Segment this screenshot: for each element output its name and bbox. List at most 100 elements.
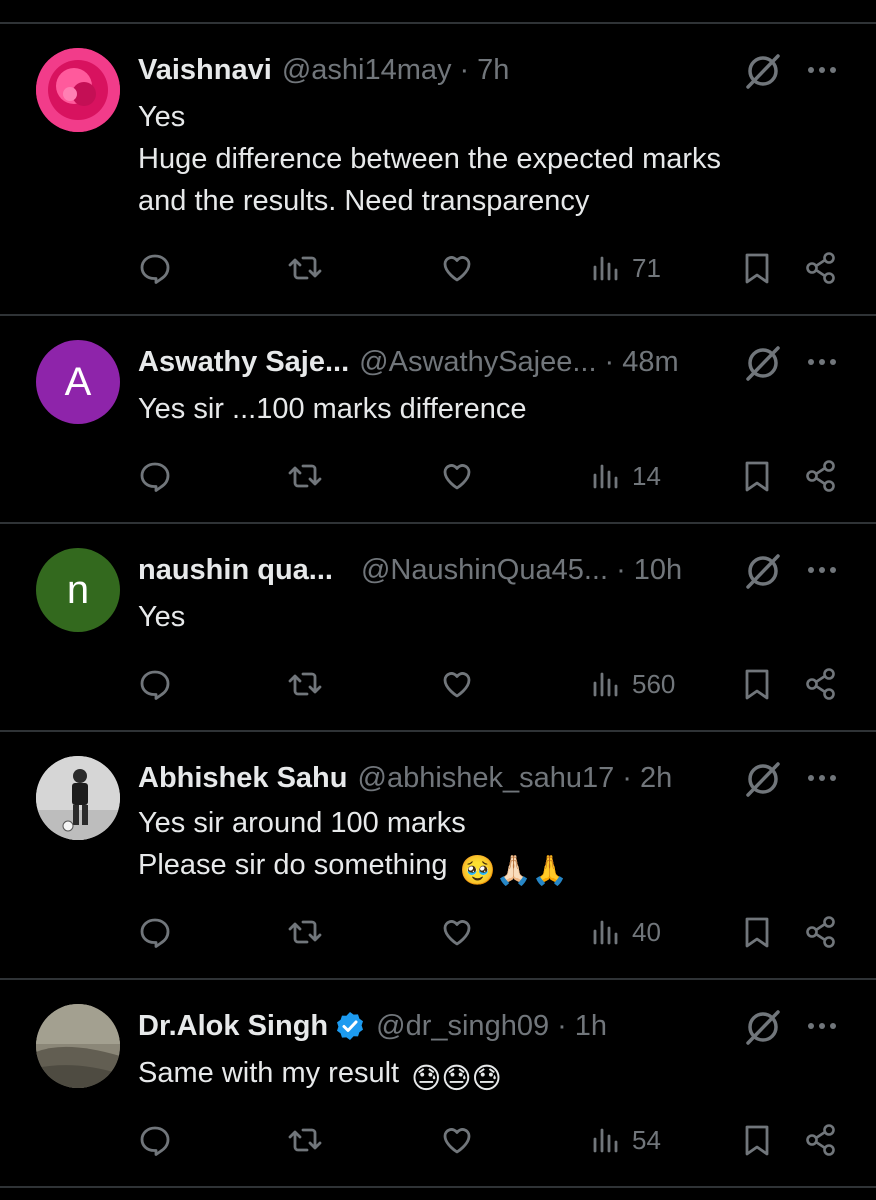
bookmark-button[interactable] xyxy=(738,662,776,706)
views-button[interactable]: 40 xyxy=(588,910,661,954)
like-icon xyxy=(443,672,471,698)
author-name[interactable]: Dr.Alok Singh xyxy=(138,1010,328,1043)
like-icon xyxy=(443,1128,471,1154)
avatar[interactable] xyxy=(36,756,120,840)
avatar[interactable]: A xyxy=(36,340,120,424)
reply-button[interactable] xyxy=(136,910,174,954)
more-icon[interactable] xyxy=(804,344,840,380)
author-name[interactable]: naushin qua... xyxy=(138,554,333,587)
like-button[interactable] xyxy=(438,1118,476,1162)
like-button[interactable] xyxy=(438,662,476,706)
views-button[interactable]: 14 xyxy=(588,454,661,498)
tweet-text: Yes sir around 100 marks Please sir do s… xyxy=(138,802,816,892)
reply-button[interactable] xyxy=(136,662,174,706)
post-time[interactable]: 48m xyxy=(622,346,678,379)
reply-icon xyxy=(140,670,170,700)
tweet-aswathy[interactable]: A Aswathy Saje... @AswathySajee... · 48m… xyxy=(0,316,876,522)
grok-icon[interactable] xyxy=(744,760,782,798)
retweet-button[interactable] xyxy=(286,910,324,954)
author-name[interactable]: Abhishek Sahu xyxy=(138,762,348,795)
retweet-icon xyxy=(288,464,322,488)
views-icon xyxy=(593,920,618,945)
tweet-text-segment: Same with my result xyxy=(138,1057,400,1089)
tweet-vaishnavi[interactable]: Vaishnavi @ashi14may · 7h Yes Huge diffe… xyxy=(0,24,876,314)
tweet-alok-singh[interactable]: Dr.Alok Singh @dr_singh09 · 1h Same with… xyxy=(0,980,876,1186)
separator-dot: · xyxy=(616,553,626,586)
like-icon xyxy=(443,256,471,282)
more-icon[interactable] xyxy=(804,552,840,588)
tweet-text: Yes Huge difference between the expected… xyxy=(138,96,816,222)
tweet-text-line: Yes sir around 100 marks xyxy=(138,807,466,839)
views-button[interactable]: 71 xyxy=(588,246,661,290)
author-handle[interactable]: @abhishek_sahu17 xyxy=(358,762,615,795)
post-time[interactable]: 2h xyxy=(640,762,672,795)
avatar[interactable]: n xyxy=(36,548,120,632)
like-button[interactable] xyxy=(438,910,476,954)
views-icon xyxy=(593,464,618,489)
reply-button[interactable] xyxy=(136,246,174,290)
divider xyxy=(0,1186,876,1188)
grok-icon[interactable] xyxy=(744,52,782,90)
grok-icon[interactable] xyxy=(744,344,782,382)
share-button[interactable] xyxy=(802,662,840,706)
verified-badge-icon[interactable] xyxy=(334,1010,366,1042)
author-handle[interactable]: @NaushinQua45... xyxy=(361,554,608,587)
author-handle[interactable]: @dr_singh09 xyxy=(376,1010,549,1043)
tweet-text-line: Same with my result 😓😓😓 xyxy=(138,1052,816,1100)
view-count: 14 xyxy=(632,460,661,491)
reply-button[interactable] xyxy=(136,454,174,498)
like-button[interactable] xyxy=(438,246,476,290)
view-count: 54 xyxy=(632,1124,661,1155)
retweet-button[interactable] xyxy=(286,1118,324,1162)
share-button[interactable] xyxy=(802,1118,840,1162)
avatar[interactable] xyxy=(36,1004,120,1088)
avatar[interactable] xyxy=(36,48,120,132)
post-time[interactable]: 1h xyxy=(575,1010,607,1043)
tweet-text-line: Yes xyxy=(138,601,186,633)
more-icon[interactable] xyxy=(804,1008,840,1044)
author-handle[interactable]: @AswathySajee... xyxy=(359,346,596,379)
tweet-header: Vaishnavi @ashi14may · 7h xyxy=(138,50,746,90)
action-bar: 71 xyxy=(0,246,876,290)
author-handle[interactable]: @ashi14may xyxy=(282,54,452,87)
grok-icon[interactable] xyxy=(744,1008,782,1046)
avatar-letter: n xyxy=(66,567,90,612)
more-icon[interactable] xyxy=(804,760,840,796)
retweet-icon xyxy=(288,920,322,944)
bookmark-icon xyxy=(745,1125,769,1156)
avatar-stone-image xyxy=(36,1004,120,1088)
view-count: 40 xyxy=(632,916,661,947)
bookmark-button[interactable] xyxy=(738,246,776,290)
bookmark-button[interactable] xyxy=(738,1118,776,1162)
view-count: 560 xyxy=(632,668,676,699)
bookmark-button[interactable] xyxy=(738,454,776,498)
views-button[interactable]: 560 xyxy=(588,662,675,706)
retweet-button[interactable] xyxy=(286,246,324,290)
retweet-icon xyxy=(288,672,322,696)
bookmark-button[interactable] xyxy=(738,910,776,954)
views-icon xyxy=(593,256,618,281)
emoji: 😓😓😓 xyxy=(411,1063,502,1095)
tweet-header: Abhishek Sahu @abhishek_sahu17 · 2h xyxy=(138,758,746,798)
tweet-naushin[interactable]: n naushin qua... @NaushinQua45... · 10h … xyxy=(0,524,876,730)
share-icon xyxy=(806,1124,835,1156)
reply-button[interactable] xyxy=(136,1118,174,1162)
like-button[interactable] xyxy=(438,454,476,498)
tweet-text-line: Yes xyxy=(138,101,186,133)
more-icon[interactable] xyxy=(804,52,840,88)
reply-feed: Vaishnavi @ashi14may · 7h Yes Huge diffe… xyxy=(0,0,876,1200)
retweet-button[interactable] xyxy=(286,454,324,498)
tweet-abhishek[interactable]: Abhishek Sahu @abhishek_sahu17 · 2h Yes … xyxy=(0,732,876,978)
share-button[interactable] xyxy=(802,246,840,290)
author-name[interactable]: Vaishnavi xyxy=(138,54,272,87)
post-time[interactable]: 7h xyxy=(477,54,509,87)
tweet-header: Aswathy Saje... @AswathySajee... · 48m xyxy=(138,342,746,382)
share-button[interactable] xyxy=(802,910,840,954)
author-name[interactable]: Aswathy Saje... xyxy=(138,346,349,379)
retweet-button[interactable] xyxy=(286,662,324,706)
retweet-icon xyxy=(288,1128,322,1152)
post-time[interactable]: 10h xyxy=(634,554,682,587)
share-button[interactable] xyxy=(802,454,840,498)
views-button[interactable]: 54 xyxy=(588,1118,661,1162)
grok-icon[interactable] xyxy=(744,552,782,590)
